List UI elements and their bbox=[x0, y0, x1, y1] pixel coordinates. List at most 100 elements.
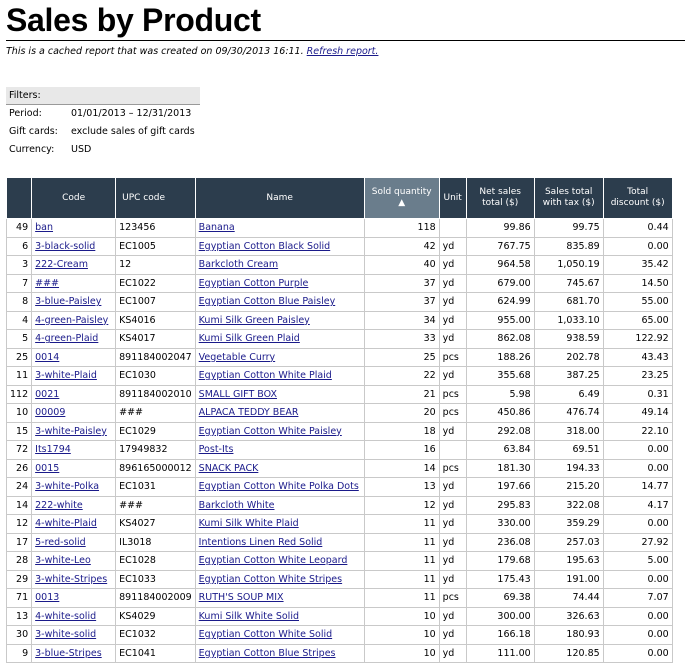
product-code-cell: 5-red-solid bbox=[31, 532, 117, 552]
product-name-link[interactable]: Banana bbox=[199, 222, 235, 233]
sold-quantity-cell: 11 bbox=[363, 588, 440, 608]
col-header-upc[interactable]: UPC code bbox=[115, 177, 196, 219]
col-header-total-discount[interactable]: Total discount ($) bbox=[602, 177, 673, 219]
product-code-link[interactable]: 3-white-Paisley bbox=[35, 426, 107, 437]
sales-with-tax-cell: 6.49 bbox=[533, 384, 604, 404]
net-sales-cell: 197.66 bbox=[465, 477, 535, 497]
product-name-cell: SNACK PACK bbox=[194, 458, 365, 478]
col-header-name[interactable]: Name bbox=[194, 177, 365, 219]
product-name-link[interactable]: Egyptian Cotton White Solid bbox=[199, 629, 332, 640]
product-code-cell: 0014 bbox=[31, 347, 117, 367]
product-code-link[interactable]: 4-white-Plaid bbox=[35, 518, 97, 529]
col-header-unit[interactable]: Unit bbox=[438, 177, 467, 219]
table-body: 49 ban 123456 Banana 118 99.86 99.75 0.44 6 3-bla… bbox=[5, 218, 673, 663]
product-name-link[interactable]: Egyptian Cotton Black Solid bbox=[199, 241, 331, 252]
page-title: Sales by Product bbox=[6, 2, 261, 38]
product-code-link[interactable]: 4-white-solid bbox=[35, 611, 96, 622]
product-name-cell: Egyptian Cotton Black Solid bbox=[194, 236, 365, 256]
product-name-link[interactable]: RUTH'S SOUP MIX bbox=[199, 592, 284, 603]
product-name-link[interactable]: Kumi Silk White Plaid bbox=[199, 518, 299, 529]
col-header-net-sales[interactable]: Net sales total ($) bbox=[465, 177, 535, 219]
filter-label: Currency: bbox=[9, 144, 55, 155]
filter-period: Period: 01/01/2013 – 12/31/2013 bbox=[6, 105, 200, 123]
product-name-link[interactable]: Egyptian Cotton White Plaid bbox=[199, 370, 332, 381]
total-discount-cell: 23.25 bbox=[602, 366, 673, 386]
net-sales-cell: 767.75 bbox=[465, 236, 535, 256]
product-name-link[interactable]: Kumi Silk Green Plaid bbox=[199, 333, 300, 344]
product-code-link[interactable]: 00009 bbox=[35, 407, 65, 418]
upc-code-cell: EC1022 bbox=[115, 273, 196, 293]
product-name-link[interactable]: Egyptian Cotton White Leopard bbox=[199, 555, 348, 566]
upc-code-cell: 891184002047 bbox=[115, 347, 196, 367]
sold-quantity-cell: 13 bbox=[363, 477, 440, 497]
product-name-link[interactable]: SMALL GIFT BOX bbox=[199, 389, 277, 400]
unit-cell: pcs bbox=[438, 403, 467, 423]
product-name-link[interactable]: Vegetable Curry bbox=[199, 352, 275, 363]
product-code-link[interactable]: 0013 bbox=[35, 592, 59, 603]
product-name-link[interactable]: Kumi Silk White Solid bbox=[199, 611, 299, 622]
product-name-link[interactable]: Egyptian Cotton Blue Paisley bbox=[199, 296, 336, 307]
product-name-link[interactable]: SNACK PACK bbox=[199, 463, 259, 474]
upc-code-cell: EC1031 bbox=[115, 477, 196, 497]
table-row: 25 0014 891184002047 Vegetable Curry 25 pcs 18… bbox=[5, 347, 673, 367]
product-code-link[interactable]: 0014 bbox=[35, 352, 59, 363]
product-code-link[interactable]: 3-black-solid bbox=[35, 241, 95, 252]
product-code-link[interactable]: ### bbox=[35, 278, 59, 289]
product-name-link[interactable]: Barkcloth Cream bbox=[199, 259, 278, 270]
product-code-link[interactable]: 5-red-solid bbox=[35, 537, 86, 548]
net-sales-cell: 679.00 bbox=[465, 273, 535, 293]
filters-heading: Filters: bbox=[6, 87, 200, 105]
product-code-link[interactable]: 3-blue-Paisley bbox=[35, 296, 101, 307]
product-name-link[interactable]: Barkcloth White bbox=[199, 500, 275, 511]
row-index-cell: 12 bbox=[5, 514, 33, 534]
product-code-link[interactable]: 0015 bbox=[35, 463, 59, 474]
product-name-cell: Kumi Silk Green Plaid bbox=[194, 329, 365, 349]
col-header-sold-quantity[interactable]: Sold quantity ▲ bbox=[363, 177, 440, 219]
net-sales-cell: 330.00 bbox=[465, 514, 535, 534]
unit-cell: yd bbox=[438, 514, 467, 534]
product-name-link[interactable]: Intentions Linen Red Solid bbox=[199, 537, 323, 548]
product-name-link[interactable]: Egyptian Cotton White Polka Dots bbox=[199, 481, 359, 492]
product-code-link[interactable]: 3-white-Stripes bbox=[35, 574, 107, 585]
product-code-link[interactable]: 222-Cream bbox=[35, 259, 88, 270]
sales-with-tax-cell: 1,050.19 bbox=[533, 255, 604, 275]
product-name-link[interactable]: Egyptian Cotton White Paisley bbox=[199, 426, 342, 437]
col-header-sales-with-tax[interactable]: Sales total with tax ($) bbox=[533, 177, 604, 219]
product-code-link[interactable]: 3-white-Leo bbox=[35, 555, 91, 566]
product-name-link[interactable]: Egyptian Cotton Blue Stripes bbox=[199, 648, 336, 659]
product-name-link[interactable]: Post-Its bbox=[199, 444, 234, 455]
product-code-link[interactable]: 4-green-Paisley bbox=[35, 315, 108, 326]
product-code-cell: 4-white-Plaid bbox=[31, 514, 117, 534]
product-code-link[interactable]: 3-white-Plaid bbox=[35, 370, 97, 381]
product-code-link[interactable]: 3-blue-Stripes bbox=[35, 648, 102, 659]
table-row: 7 ### EC1022 Egyptian Cotton Purple 37 yd 679.… bbox=[5, 273, 673, 293]
sold-quantity-cell: 10 bbox=[363, 606, 440, 626]
sales-report-table: Code UPC code Name Sold quantity ▲ Unit … bbox=[5, 177, 673, 663]
product-code-link[interactable]: 4-green-Plaid bbox=[35, 333, 98, 344]
product-code-link[interactable]: 0021 bbox=[35, 389, 59, 400]
total-discount-cell: 0.00 bbox=[602, 643, 673, 663]
filter-label: Gift cards: bbox=[9, 126, 58, 137]
unit-cell: yd bbox=[438, 569, 467, 589]
table-header-row: Code UPC code Name Sold quantity ▲ Unit … bbox=[5, 177, 673, 219]
col-header-code[interactable]: Code bbox=[31, 177, 117, 219]
product-name-link[interactable]: Egyptian Cotton White Stripes bbox=[199, 574, 342, 585]
net-sales-cell: 69.38 bbox=[465, 588, 535, 608]
sales-with-tax-cell: 74.44 bbox=[533, 588, 604, 608]
product-code-link[interactable]: 3-white-Polka bbox=[35, 481, 99, 492]
product-name-link[interactable]: Egyptian Cotton Purple bbox=[199, 278, 309, 289]
sold-quantity-cell: 14 bbox=[363, 458, 440, 478]
total-discount-cell: 0.00 bbox=[602, 458, 673, 478]
sales-with-tax-cell: 387.25 bbox=[533, 366, 604, 386]
product-code-link[interactable]: 3-white-solid bbox=[35, 629, 96, 640]
product-code-link[interactable]: ban bbox=[35, 222, 53, 233]
table-row: 8 3-blue-Paisley EC1007 Egyptian Cotton Blu… bbox=[5, 292, 673, 312]
net-sales-cell: 955.00 bbox=[465, 310, 535, 330]
product-code-link[interactable]: Its1794 bbox=[35, 444, 71, 455]
product-code-link[interactable]: 222-white bbox=[35, 500, 83, 511]
upc-code-cell: 891184002010 bbox=[115, 384, 196, 404]
product-name-link[interactable]: Kumi Silk Green Paisley bbox=[199, 315, 310, 326]
unit-cell: pcs bbox=[438, 384, 467, 404]
product-name-link[interactable]: ALPACA TEDDY BEAR bbox=[199, 407, 299, 418]
refresh-report-link[interactable]: Refresh report. bbox=[307, 46, 379, 57]
